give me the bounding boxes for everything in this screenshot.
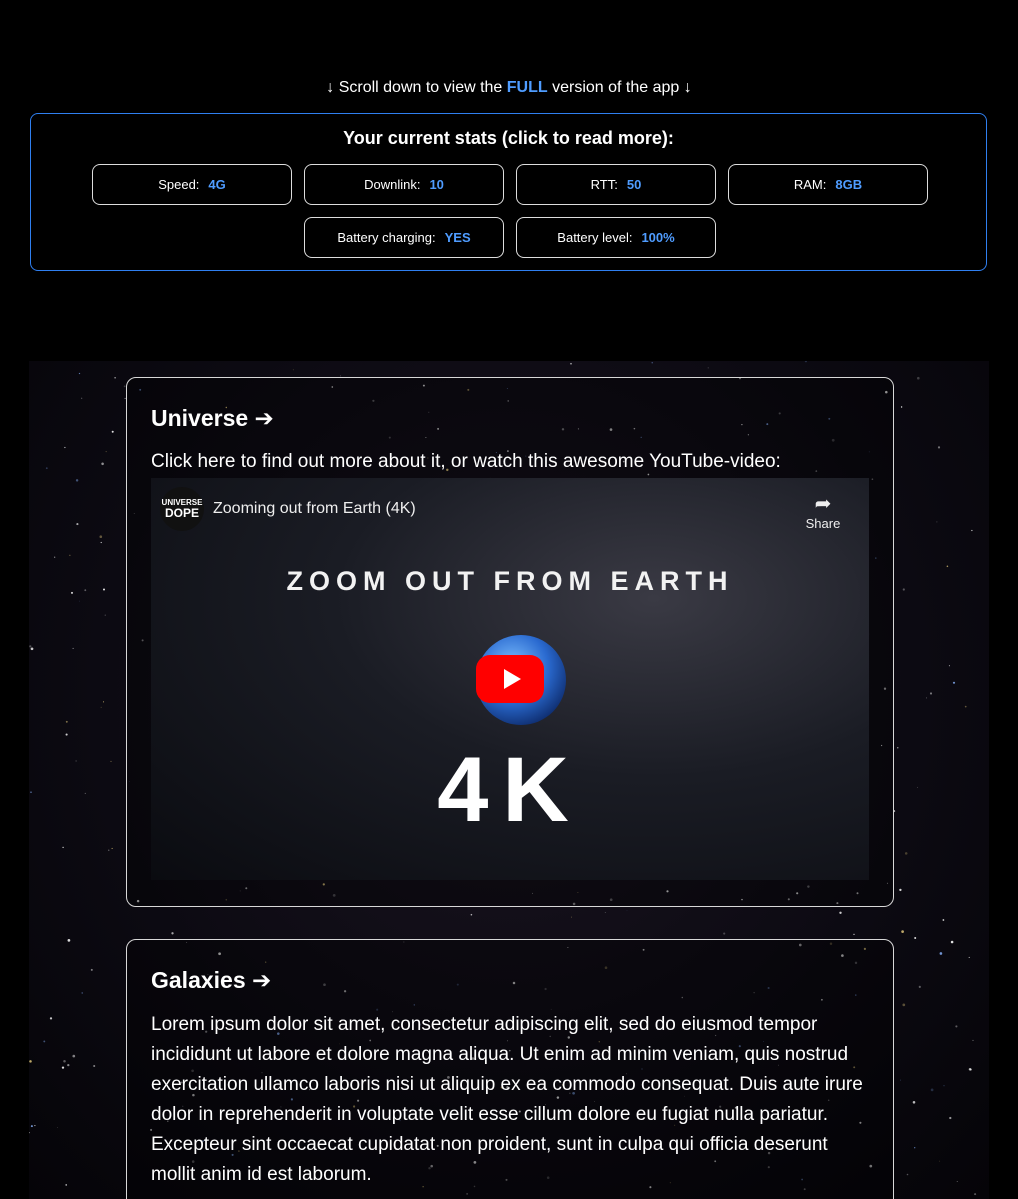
stat-label: RAM: [793,177,827,192]
stat-value: 4G [208,177,226,192]
space-background: Universe ➔ Click here to find out more a… [29,361,989,1199]
play-icon [503,669,521,689]
universe-lead-text: Click here to find out more about it, or… [151,451,781,472]
scroll-hint-highlight: FULL [506,79,548,96]
stat-speed-button[interactable]: Speed: 4G [92,164,292,205]
share-icon: ➦ [814,493,832,515]
stat-value: 10 [429,177,444,192]
universe-card[interactable]: Universe ➔ Click here to find out more a… [126,377,894,907]
stats-title: Your current stats (click to read more): [343,128,674,148]
stat-label: Battery charging: [337,230,436,245]
stat-label: Speed: [158,177,200,192]
stat-value: YES [444,230,471,245]
stats-panel: Your current stats (click to read more):… [30,113,987,271]
stat-label: Downlink: [364,177,421,192]
stat-rtt-button[interactable]: RTT: 50 [516,164,716,205]
stat-battery-charging-button[interactable]: Battery charging: YES [304,217,504,258]
stat-downlink-button[interactable]: Downlink: 10 [304,164,504,205]
scroll-hint-prefix: ↓ Scroll down to view the [326,79,507,96]
channel-name-line2: DOPE [164,506,199,520]
universe-title-link[interactable]: Universe ➔ [151,404,274,432]
stat-label: RTT: [590,177,618,192]
galaxies-card[interactable]: Galaxies ➔ Lorem ipsum dolor sit amet, c… [126,939,894,1199]
stat-value: 100% [641,230,675,245]
galaxies-title-link[interactable]: Galaxies ➔ [151,966,271,994]
video-4k-text: 4K [437,739,583,841]
stat-ram-button[interactable]: RAM: 8GB [728,164,928,205]
scroll-hint-banner: ↓ Scroll down to view the FULL version o… [0,78,1018,98]
share-button[interactable]: ➦ Share [791,492,855,531]
stat-label: Battery level: [557,230,633,245]
scroll-hint-suffix: version of the app ↓ [547,79,692,96]
stat-value: 8GB [835,177,863,192]
youtube-video-embed[interactable]: UNIVERSE DOPE Zooming out from Earth (4K… [151,478,869,880]
video-title-link[interactable]: Zooming out from Earth (4K) [213,500,416,518]
stat-value: 50 [626,177,642,192]
channel-avatar[interactable]: UNIVERSE DOPE [160,487,204,531]
video-overlay-title: ZOOM OUT FROM EARTH [286,566,734,596]
share-label: Share [805,516,841,531]
stat-battery-level-button[interactable]: Battery level: 100% [516,217,716,258]
play-button[interactable] [476,655,544,703]
galaxies-body-text: Lorem ipsum dolor sit amet, consectetur … [151,1014,863,1185]
